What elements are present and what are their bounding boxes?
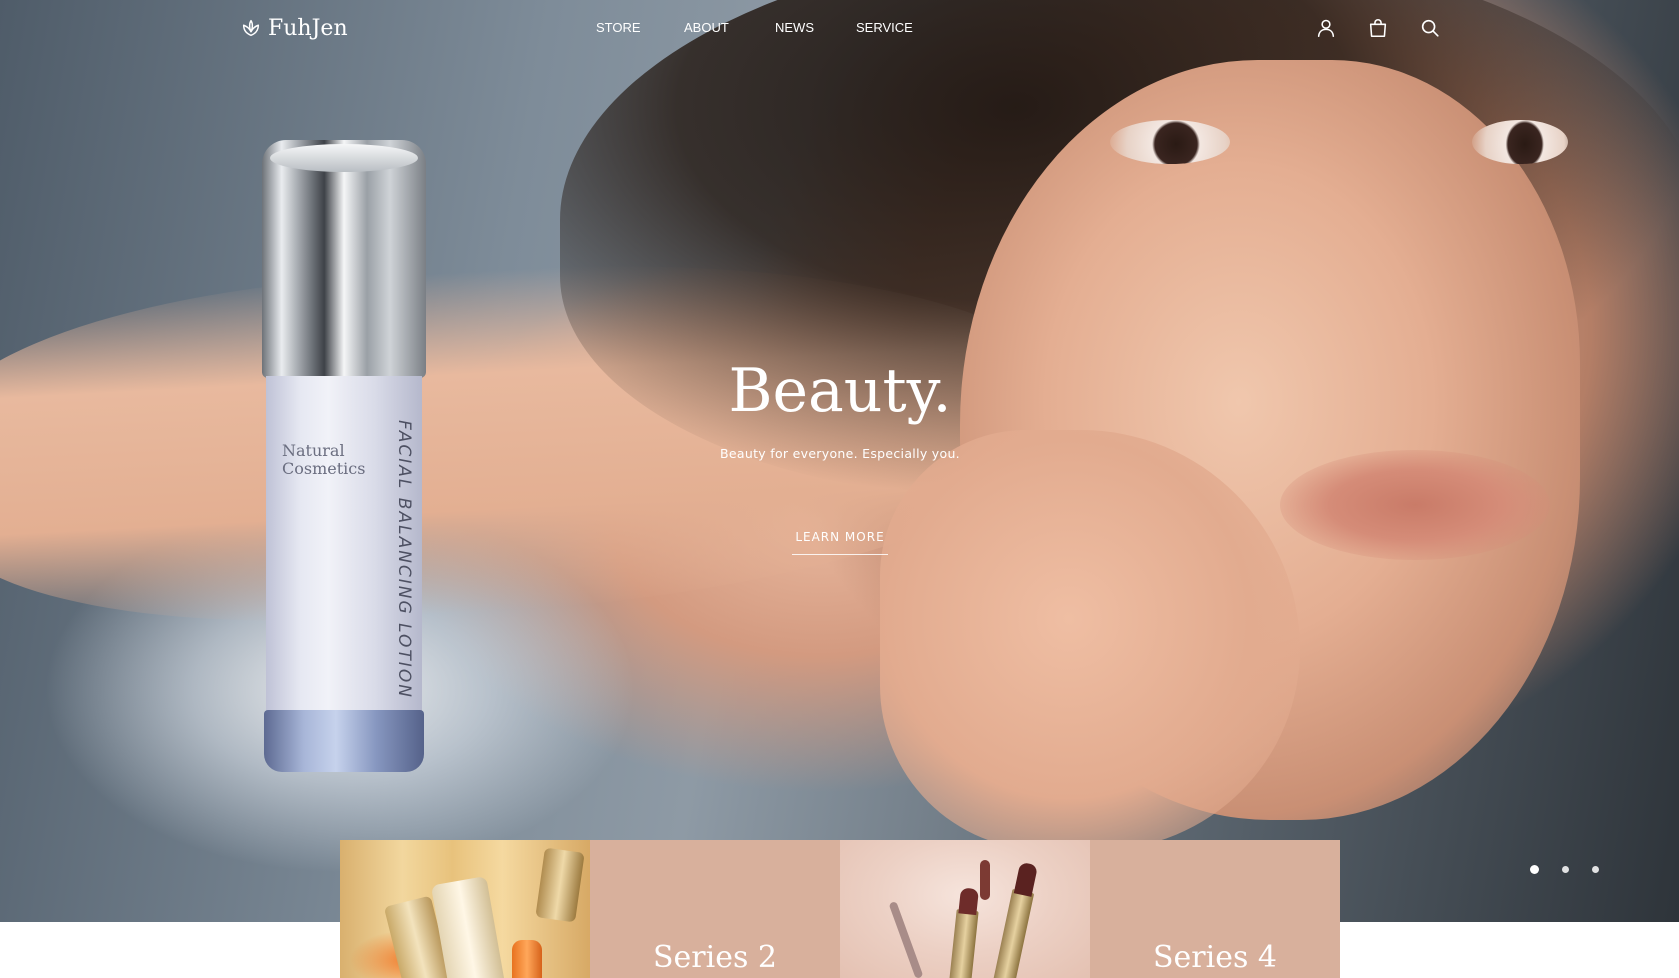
hero-image-eye <box>1472 120 1568 164</box>
hero-image-lips <box>1280 450 1550 560</box>
product-vial-image <box>535 847 585 923</box>
series-strip: Series 2 Series 4 <box>340 840 1340 978</box>
lipstick-image <box>991 888 1035 978</box>
cart-button[interactable] <box>1364 14 1392 42</box>
series-card-2[interactable]: Series 2 <box>590 840 840 978</box>
hero-image-eye <box>1110 120 1230 164</box>
nav-item-service[interactable]: SERVICE <box>856 18 913 38</box>
nav-item-news[interactable]: NEWS <box>775 18 814 38</box>
hero-banner: Natural Cosmetics FACIAL BALANCING LOTIO… <box>0 0 1679 922</box>
slider-dot-3[interactable] <box>1592 866 1599 873</box>
series-card-4[interactable]: Series 4 <box>1090 840 1340 978</box>
hero-subtitle: Beauty for everyone. Especially you. <box>720 446 960 461</box>
product-bottle-image: Natural Cosmetics FACIAL BALANCING LOTIO… <box>262 140 426 772</box>
slider-dots <box>1530 864 1610 876</box>
site-header: FuhJen STORE ABOUT NEWS SERVICE <box>0 0 1679 56</box>
lotus-icon <box>242 19 260 37</box>
bottle-product-label: FACIAL BALANCING LOTION <box>394 420 414 699</box>
bottle-brand-label: Natural Cosmetics <box>282 441 366 478</box>
brand-logo[interactable]: FuhJen <box>240 12 348 44</box>
hero-title: Beauty. <box>728 356 952 426</box>
brand-name: FuhJen <box>268 15 348 41</box>
series-label: Series 4 <box>1152 940 1277 975</box>
shopping-bag-icon <box>1369 18 1387 38</box>
lipstick-image <box>947 909 979 978</box>
series-card-3[interactable] <box>840 840 1090 978</box>
page: Natural Cosmetics FACIAL BALANCING LOTIO… <box>0 0 1679 978</box>
search-icon <box>1421 19 1439 37</box>
nav-item-store[interactable]: STORE <box>596 18 641 38</box>
slider-dot-2[interactable] <box>1562 866 1569 873</box>
nav-item-about[interactable]: ABOUT <box>684 18 729 38</box>
series-label: Series 2 <box>652 940 777 975</box>
slider-dot-1[interactable] <box>1530 865 1539 874</box>
account-button[interactable] <box>1312 14 1340 42</box>
learn-more-link[interactable]: LEARN MORE <box>792 530 888 555</box>
bottle-cap <box>262 140 426 378</box>
lip-wand-image <box>888 901 924 978</box>
user-icon <box>1317 19 1335 38</box>
series-card-1[interactable] <box>340 840 590 978</box>
product-vial-image <box>512 940 542 978</box>
search-button[interactable] <box>1416 14 1444 42</box>
lipstick-image <box>980 860 990 900</box>
